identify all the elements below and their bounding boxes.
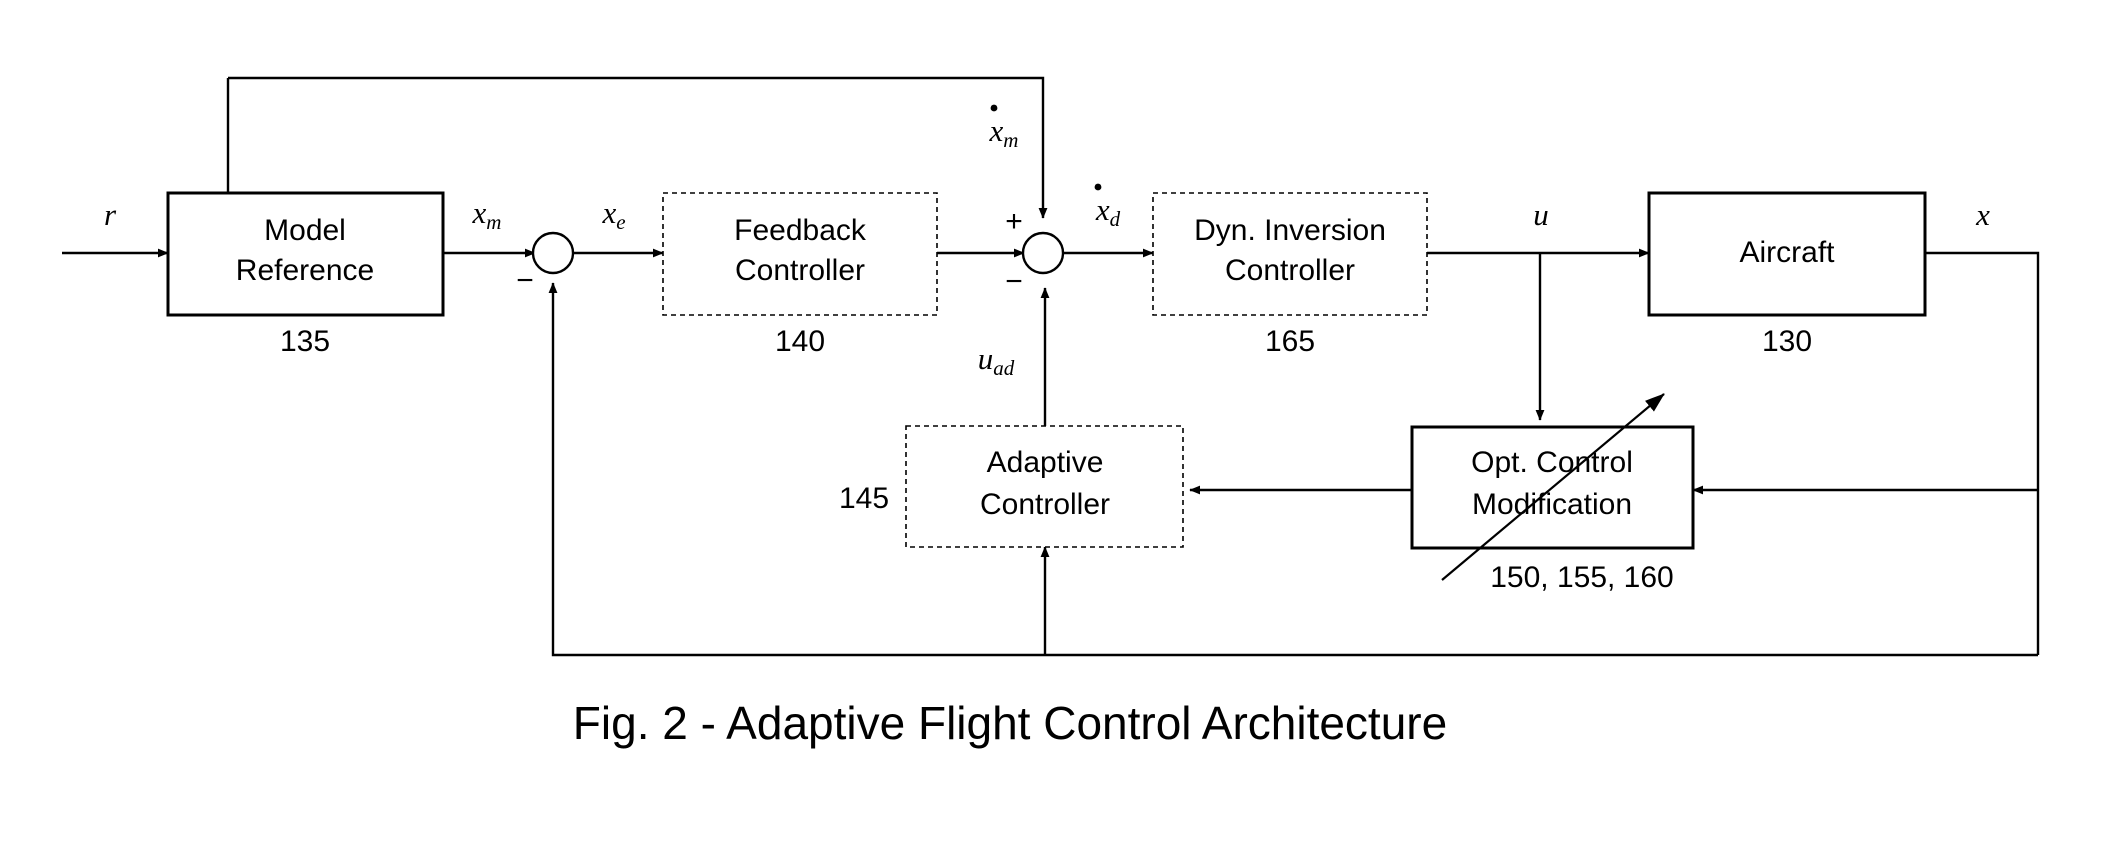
summing-junction-error-minus-sign: − — [516, 264, 534, 297]
signal-label-xdot-d-text: xd — [1095, 192, 1121, 231]
signal-label-x-m: xm — [472, 195, 502, 234]
summing-junction-error[interactable]: − — [516, 231, 575, 297]
summing-junction-rate-minus-sign: − — [1005, 265, 1023, 298]
block-adaptive-controller-label-line1: Adaptive — [987, 446, 1104, 479]
wire-aircraft-state-out — [1925, 251, 2040, 655]
summing-junction-rate[interactable]: + − — [1005, 205, 1065, 298]
block-opt-control-modification-label-line1: Opt. Control — [1471, 446, 1633, 479]
block-feedback-controller[interactable]: Feedback Controller 140 — [662, 192, 938, 358]
signal-label-x: x — [1975, 197, 1990, 232]
block-opt-control-modification-ref-number: 150, 155, 160 — [1490, 561, 1674, 594]
block-diagram-canvas: Model Reference 135 Feedback Controller … — [62, 76, 2040, 749]
block-aircraft-ref-number: 130 — [1762, 325, 1812, 358]
signal-label-u: u — [1533, 197, 1549, 232]
block-feedback-controller-label-line1: Feedback — [734, 214, 867, 247]
signal-label-xdot-d: xd — [1094, 183, 1121, 231]
signal-label-u-ad: uad — [978, 341, 1015, 380]
signal-label-xdot-d-dot-accent — [1094, 183, 1102, 191]
block-opt-control-modification[interactable]: Opt. Control Modification 150, 155, 160 — [1410, 393, 1695, 594]
summing-junction-error-circle — [531, 231, 575, 275]
block-aircraft-label-line1: Aircraft — [1739, 236, 1835, 269]
block-feedback-controller-ref-number: 140 — [775, 325, 825, 358]
block-dyn-inversion-controller-label-line1: Dyn. Inversion — [1194, 214, 1386, 247]
block-model-reference[interactable]: Model Reference 135 — [166, 191, 445, 358]
summing-junction-rate-plus-sign: + — [1005, 205, 1023, 238]
block-dyn-inversion-controller[interactable]: Dyn. Inversion Controller 165 — [1152, 192, 1428, 358]
summing-junction-rate-circle — [1021, 231, 1065, 275]
figure-container: Model Reference 135 Feedback Controller … — [0, 0, 2116, 854]
block-adaptive-controller[interactable]: Adaptive Controller 145 — [839, 425, 1184, 548]
signal-label-x-e: xe — [601, 195, 625, 234]
signal-label-xdot-m: xm — [989, 104, 1019, 152]
block-adaptive-controller-label-line2: Controller — [980, 488, 1110, 521]
block-adaptive-controller-body — [905, 425, 1184, 548]
signal-label-xdot-m-dot-accent — [990, 104, 998, 112]
signal-label-r: r — [104, 197, 117, 232]
figure-caption: Fig. 2 - Adaptive Flight Control Archite… — [573, 697, 1447, 749]
signal-label-xdot-m-text: xm — [989, 113, 1019, 152]
block-dyn-inversion-controller-label-line2: Controller — [1225, 254, 1355, 287]
block-opt-control-modification-label-line2: Modification — [1472, 488, 1632, 521]
block-feedback-controller-label-line2: Controller — [735, 254, 865, 287]
block-adaptive-controller-ref-number: 145 — [839, 482, 889, 515]
block-model-reference-label-line2: Reference — [236, 254, 374, 287]
block-aircraft[interactable]: Aircraft 130 — [1647, 191, 1927, 358]
block-dyn-inversion-controller-ref-number: 165 — [1265, 325, 1315, 358]
block-model-reference-label-line1: Model — [264, 214, 346, 247]
block-model-reference-ref-number: 135 — [280, 325, 330, 358]
